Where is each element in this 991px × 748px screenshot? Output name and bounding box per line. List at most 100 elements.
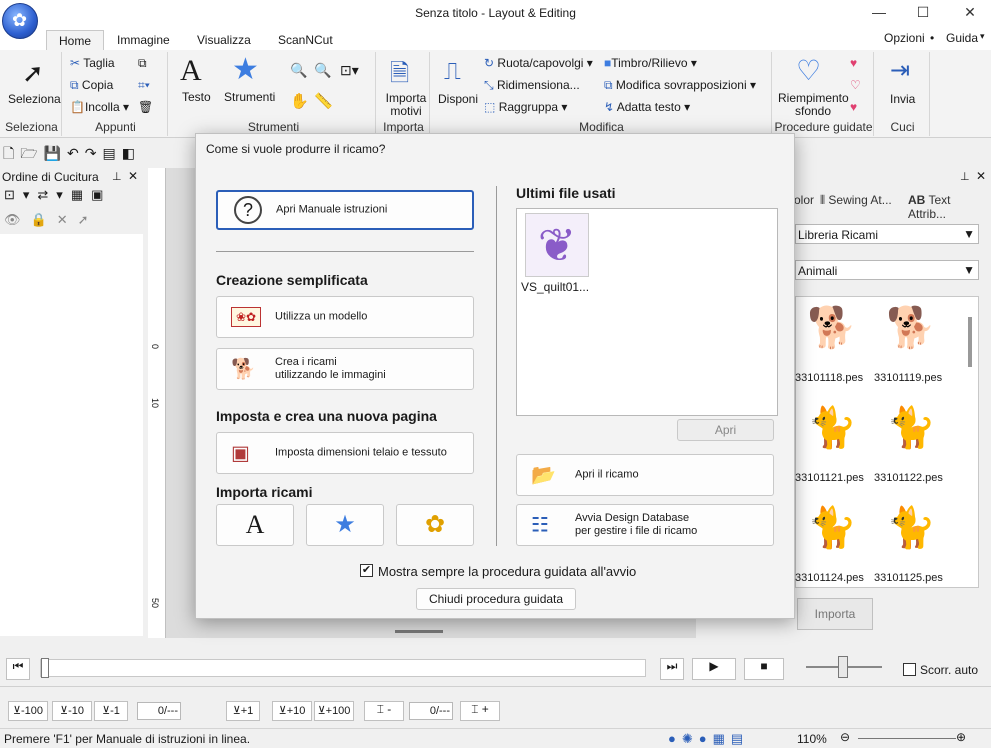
stitch-step-button[interactable]: ⊻-1 — [94, 701, 128, 721]
left-panel-filter[interactable]: 👁🔒✕➚ — [0, 212, 144, 234]
tab-text-attributes[interactable]: AB Text Attrib... — [908, 193, 991, 221]
tab-home[interactable]: Home — [46, 30, 105, 50]
use-template-button[interactable]: ❀✿ Utilizza un modello — [216, 296, 474, 338]
library-item-thumbnail-icon[interactable]: 🐈 — [886, 504, 936, 551]
zoom-in-icon[interactable]: 🔍 — [290, 62, 307, 79]
library-item-thumbnail-icon[interactable]: 🐈 — [807, 504, 857, 551]
color-counter[interactable]: 0/--- — [409, 702, 453, 720]
open-embroidery-button[interactable]: 📂 Apri il ricamo — [516, 454, 774, 496]
always-show-checkbox[interactable]: ✔ — [360, 564, 373, 577]
open-recent-button[interactable]: Apri — [677, 419, 774, 441]
pan-hand-icon[interactable]: ✋ — [290, 92, 309, 110]
tab-color[interactable]: olor — [794, 193, 814, 207]
sewing-order-list[interactable] — [0, 234, 143, 636]
cut-button[interactable]: ✂ Taglia — [70, 56, 115, 70]
sim-play-icon[interactable]: ▶ — [692, 658, 736, 680]
canvas-resize-grip[interactable] — [395, 630, 443, 633]
pin-icon[interactable]: ⊥ — [112, 170, 122, 183]
recent-file-name[interactable]: VS_quilt01... — [521, 280, 589, 294]
library-item-thumbnail-icon[interactable]: 🐈 — [807, 404, 857, 451]
invia-button[interactable]: Invia — [890, 92, 915, 106]
tab-visualizza[interactable]: Visualizza — [185, 30, 263, 50]
sim-speed-thumb[interactable] — [838, 656, 848, 678]
close-window-icon[interactable]: ✕ — [955, 4, 985, 21]
paste-button[interactable]: 📋Incolla ▾ — [70, 100, 129, 114]
color-next-button[interactable]: ⌶ + — [460, 701, 500, 721]
color-prev-button[interactable]: ⌶ - — [364, 701, 404, 721]
zoom-out-icon[interactable]: 🔍 — [314, 62, 331, 79]
importa-motivi-button[interactable]: Importa motivi — [384, 92, 428, 118]
library-item-thumbnail-icon[interactable]: 🐕 — [886, 304, 936, 351]
duplicate-icon[interactable]: ⧉ — [138, 56, 147, 71]
library-item-label[interactable]: 33101124.pes — [795, 572, 864, 584]
import-shapes-button[interactable]: ★ — [306, 504, 384, 546]
design-database-button[interactable]: ☷ Avvia Design Database per gestire i fi… — [516, 504, 774, 546]
right-close-icon[interactable]: ✕ — [976, 169, 986, 183]
right-pin-icon[interactable]: ⊥ — [960, 170, 970, 183]
zoom-fit-icon[interactable]: ⊡▾ — [340, 62, 359, 79]
auto-scroll-checkbox[interactable] — [903, 663, 916, 676]
overlap-button[interactable]: ⧉ Modifica sovrapposizioni ▾ — [604, 78, 756, 93]
create-from-image-button[interactable]: 🐕 Crea i ricami utilizzando le immagini — [216, 348, 474, 390]
sim-end-icon[interactable]: ⏭ — [660, 658, 684, 680]
stitch-counter[interactable]: 0/--- — [137, 702, 181, 720]
stamp-button[interactable]: ■Timbro/Rilievo ▾ — [604, 56, 697, 70]
library-select[interactable]: Libreria Ricami ▼ — [795, 224, 979, 244]
import-button[interactable]: Importa — [797, 598, 873, 630]
import-text-button[interactable]: A — [216, 504, 294, 546]
library-scrollbar[interactable] — [968, 317, 972, 367]
copy-button[interactable]: ⧉ Copia — [70, 78, 113, 93]
riempimento-button[interactable]: Riempimento sfondo — [778, 92, 849, 118]
options-menu[interactable]: Opzioni — [884, 31, 925, 45]
seleziona-button[interactable]: Seleziona — [8, 92, 61, 106]
rotate-button[interactable]: ↻ Ruota/capovolgi ▾ — [484, 56, 593, 70]
library-item-label[interactable]: 33101122.pes — [874, 472, 943, 484]
fit-text-button[interactable]: ↯ Adatta testo ▾ — [604, 100, 690, 114]
tab-immagine[interactable]: Immagine — [105, 30, 182, 50]
stitch-step-button[interactable]: ⊻+100 — [314, 701, 354, 721]
library-item-thumbnail-icon[interactable]: 🐈 — [886, 404, 936, 451]
zoom-slider[interactable] — [858, 738, 956, 739]
shapes-star-icon[interactable]: ★ — [232, 52, 259, 87]
tab-sewing-attributes[interactable]: ⫴ Sewing At... — [820, 193, 892, 208]
left-panel-toolbar[interactable]: ⊡▾⇄▾▦▣ — [0, 187, 144, 211]
maximize-icon[interactable]: ☐ — [908, 4, 938, 21]
tab-scanncut[interactable]: ScanNCut — [266, 30, 345, 50]
heart-red-icon[interactable]: ♥ — [850, 56, 857, 70]
delete-icon[interactable]: 🗑 — [138, 100, 153, 114]
heart-outline-icon[interactable]: ♡ — [850, 78, 861, 92]
panel-close-icon[interactable]: ✕ — [128, 169, 138, 183]
stitch-step-button[interactable]: ⊻-100 — [8, 701, 48, 721]
library-item-label[interactable]: 33101125.pes — [874, 572, 943, 584]
library-item-label[interactable]: 33101121.pes — [795, 472, 864, 484]
close-wizard-button[interactable]: Chiudi procedura guidata — [416, 588, 576, 610]
group-button[interactable]: ⬚ Raggruppa ▾ — [484, 100, 567, 114]
sim-progress-thumb[interactable] — [41, 658, 49, 678]
quilt-thumbnail-icon[interactable]: ❦ — [525, 213, 589, 277]
zoom-out-circle-icon[interactable]: ⊖ — [840, 730, 850, 744]
heart-pattern-icon[interactable]: ♥ — [850, 100, 857, 114]
guide-menu[interactable]: Guida — [946, 31, 978, 45]
minimize-icon[interactable]: — — [864, 4, 894, 20]
open-manual-button[interactable]: ? Apri Manuale istruzioni — [216, 190, 474, 230]
text-tool-icon[interactable]: A — [180, 54, 202, 88]
measure-icon[interactable]: 📏 — [314, 92, 333, 110]
app-menu-button[interactable]: ✿ — [2, 3, 38, 39]
resize-button[interactable]: ⤡ Ridimensiona... — [484, 78, 580, 93]
view-mode-icons[interactable]: ●✺●▦▤ — [668, 731, 749, 747]
point-edit-icon[interactable]: ⌗▾ — [138, 78, 150, 93]
zoom-in-circle-icon[interactable]: ⊕ — [956, 730, 966, 744]
stitch-step-button[interactable]: ⊻+1 — [226, 701, 260, 721]
strumenti-button[interactable]: Strumenti — [224, 90, 275, 104]
library-item-label[interactable]: 33101119.pes — [874, 372, 942, 384]
recent-files-list[interactable]: ❦ VS_quilt01... — [516, 208, 778, 416]
set-frame-size-button[interactable]: ▣ Imposta dimensioni telaio e tessuto — [216, 432, 474, 474]
sim-start-icon[interactable]: ⏮ — [6, 658, 30, 680]
disponi-button[interactable]: Disponi — [438, 92, 478, 106]
category-select[interactable]: Animali ▼ — [795, 260, 979, 280]
library-item-label[interactable]: 33101118.pes — [795, 372, 863, 384]
testo-button[interactable]: Testo — [182, 90, 211, 104]
sim-progress-track[interactable] — [40, 658, 646, 678]
import-designs-button[interactable]: ✿ — [396, 504, 474, 546]
stitch-step-button[interactable]: ⊻+10 — [272, 701, 312, 721]
